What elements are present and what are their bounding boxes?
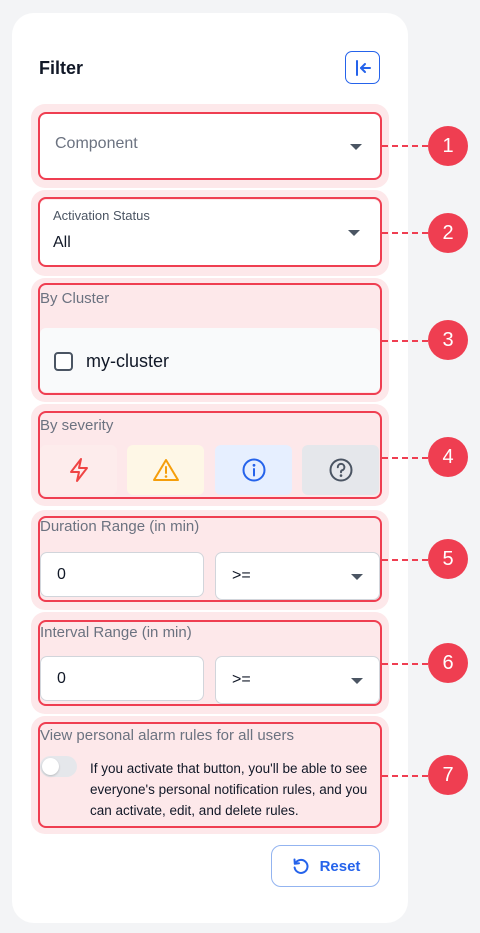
annotation-badge-2: 2 (428, 213, 468, 253)
annotation-box-3 (38, 283, 382, 395)
annotation-box-2 (38, 197, 382, 267)
annotation-connector-4 (382, 457, 428, 459)
annotation-badge-7: 7 (428, 755, 468, 795)
annotation-connector-6 (382, 663, 428, 665)
annotation-badge-1: 1 (428, 126, 468, 166)
collapse-panel-button[interactable] (345, 51, 380, 84)
reset-label: Reset (319, 857, 361, 875)
annotation-box-4 (38, 411, 382, 499)
reset-icon (293, 858, 308, 874)
annotation-badge-6: 6 (428, 643, 468, 683)
annotation-box-6 (38, 620, 382, 706)
annotation-connector-1 (382, 145, 428, 147)
reset-button[interactable]: Reset (271, 845, 380, 887)
annotation-badge-5: 5 (428, 539, 468, 579)
collapse-left-icon (355, 59, 371, 76)
annotation-box-1 (38, 112, 382, 180)
annotation-badge-4: 4 (428, 437, 468, 477)
annotation-badge-3: 3 (428, 320, 468, 360)
annotation-connector-2 (382, 232, 428, 234)
annotation-box-7 (38, 722, 382, 828)
filter-title: Filter (39, 58, 84, 78)
annotation-connector-3 (382, 340, 428, 342)
annotation-connector-7 (382, 775, 428, 777)
annotation-connector-5 (382, 559, 428, 561)
annotation-box-5 (38, 516, 382, 602)
